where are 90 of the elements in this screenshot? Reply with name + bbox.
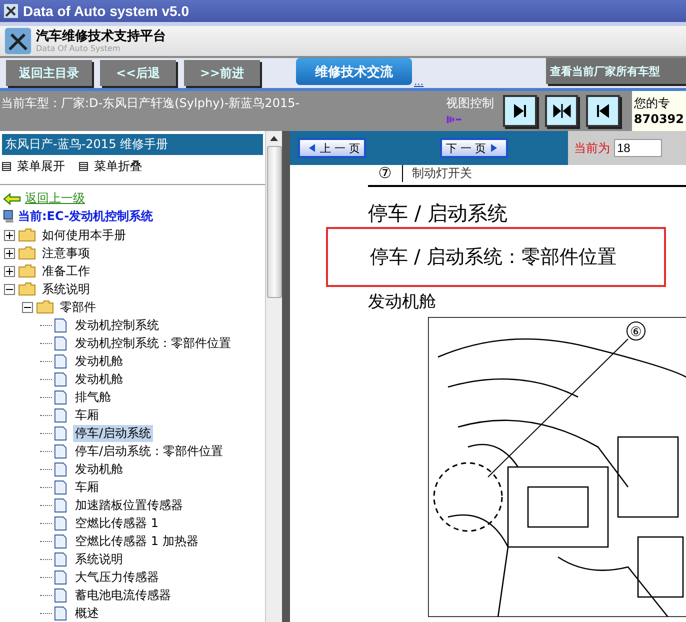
list-icon [79,162,88,171]
tree-item[interactable]: 系统说明 [40,280,92,298]
window-title: Data of Auto system v5.0 [23,3,189,19]
page-number-field[interactable]: 18 [614,139,662,157]
document-icon [54,426,67,440]
scrollbar-thumb[interactable] [266,146,282,298]
arrows-inward-icon [552,101,572,121]
tree-item[interactable]: 空燃比传感器 1 [73,514,160,532]
previous-page-button[interactable]: 上 一 页 [298,138,366,158]
list-icon [2,162,11,171]
document-icon [54,318,67,332]
document-icon [54,354,67,368]
expander-icon[interactable] [4,266,15,276]
tree-item[interactable]: 发动机舱 [73,460,125,478]
document-icon [54,390,67,404]
folder-icon [18,228,36,242]
tree-item[interactable]: 发动机控制系统：零部件位置 [73,334,233,352]
section-title: 发动机舱 [368,291,437,313]
document-icon [54,444,67,458]
tree-item[interactable]: 空燃比传感器 1 加热器 [73,532,200,550]
current-page-label: 当前为 [574,140,610,156]
table-cell-text: 制动灯开关 [411,165,472,182]
expand-right-button[interactable] [503,95,537,127]
expander-icon[interactable] [4,248,15,258]
manufacturer-models-button[interactable]: 查看当前厂家所有车型 [546,58,686,84]
document-icon [54,552,67,566]
tree-item[interactable]: 注意事项 [40,244,92,262]
tree-item[interactable]: 停车/启动系统：零部件位置 [73,442,226,460]
expander-icon[interactable] [22,302,33,312]
document-icon [54,516,67,530]
tree-item[interactable]: 蓄电池电流传感器 [73,586,173,604]
notice-text: 您的专 [634,95,671,112]
back-link[interactable]: 返回上一级 [25,190,85,207]
document-icon [54,462,67,476]
right-arrow-icon [491,144,497,152]
tree-item[interactable]: 如何使用本手册 [40,226,128,244]
exchange-button[interactable]: 维修技术交流 [296,58,412,85]
tree-item[interactable]: 准备工作 [40,262,92,280]
tree-item[interactable]: 停车/启动系统 [73,424,154,442]
folder-icon [18,264,36,278]
scroll-up-icon[interactable] [270,136,278,141]
expander-icon[interactable] [4,284,15,294]
current-section: 当前:EC-发动机控制系统 [18,208,154,225]
document-icon [54,606,67,620]
tree-item[interactable]: 概述 [73,604,101,622]
document-icon [54,372,67,386]
document-icon [54,408,67,422]
tree-item[interactable]: 发动机舱 [73,370,125,388]
manual-title: 东风日产-蓝鸟-2015 维修手册 [2,134,263,155]
document-icon [54,498,67,512]
tree-item[interactable]: 车厢 [73,406,101,424]
computer-icon [3,209,15,224]
callout-number: ⑥ [630,325,642,340]
tree-item[interactable]: 排气舱 [73,388,113,406]
expander-icon[interactable] [4,230,15,240]
tree-item[interactable]: 大气压力传感器 [73,568,161,586]
collapse-all-link[interactable]: 菜单折叠 [94,158,142,175]
tree-item[interactable]: 发动机控制系统 [73,316,161,334]
tree-item[interactable]: 系统说明 [73,550,125,568]
tree-item[interactable]: 车厢 [73,478,101,496]
document-icon [54,588,67,602]
document-heading: 停车 / 启动系统 [368,201,508,225]
nav-button[interactable]: <<后退 [100,60,176,86]
document-icon [54,534,67,548]
notice-number: 870392 [634,112,684,126]
view-control-label: 视图控制 [446,95,496,112]
document-icon [54,570,67,584]
back-arrow-icon [3,192,21,204]
table-cell: ⑦ [368,165,403,182]
document-heading: 停车 / 启动系统：零部件位置 [370,245,616,270]
app-subtitle: Data Of Auto System [36,44,122,54]
expand-left-button[interactable] [586,95,620,127]
current-model-label: 当前车型：厂家:D-东风日产轩逸(Sylphy)-新蓝鸟2015- [0,95,301,112]
tree-item[interactable]: 加速踏板位置传感器 [73,496,185,514]
document-icon [54,336,67,350]
folder-icon [18,246,36,260]
tree-item[interactable]: 发动机舱 [73,352,125,370]
signal-icon [446,115,464,124]
more-link[interactable]: ... [414,77,424,88]
nav-button[interactable]: 返回主目录 [6,60,92,86]
document-icon [54,480,67,494]
split-view-button[interactable] [544,95,578,127]
next-page-button[interactable]: 下 一 页 [440,138,508,158]
nav-button[interactable]: >>前进 [184,60,260,86]
app-title: 汽车维修技术支持平台 [36,28,166,44]
folder-icon [18,282,36,296]
folder-icon [36,300,54,314]
tree-item[interactable]: 零部件 [58,298,98,316]
left-arrow-icon [309,144,315,152]
expand-all-link[interactable]: 菜单展开 [17,158,65,175]
